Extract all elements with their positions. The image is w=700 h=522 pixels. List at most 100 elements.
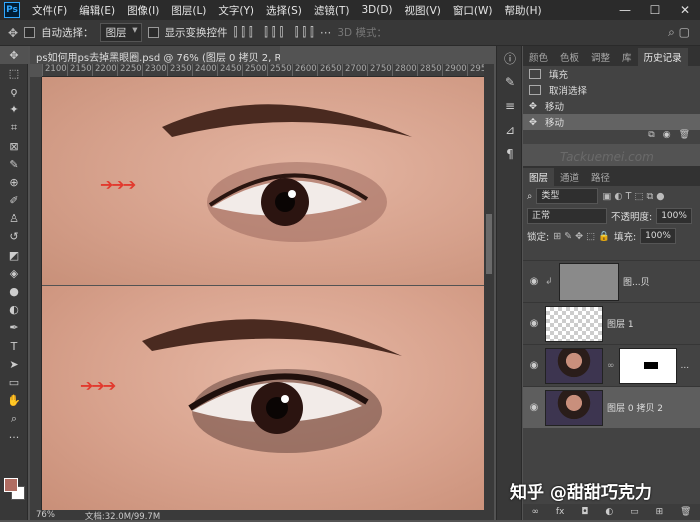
layer-name[interactable]: ...: [681, 361, 690, 371]
trash-icon[interactable]: 🗑: [680, 507, 691, 517]
layer-select-dropdown[interactable]: 图层: [99, 23, 142, 42]
eye-icon[interactable]: ◉: [527, 318, 541, 329]
layer-row[interactable]: ◉ ↲ 图...贝: [523, 260, 700, 302]
layer-name[interactable]: 图...贝: [623, 275, 650, 288]
type-tool-icon[interactable]: T: [0, 337, 28, 355]
adjustment-layer-icon[interactable]: ◐: [605, 507, 613, 517]
layer-row[interactable]: ◉ ∞ ...: [523, 344, 700, 386]
menu-help[interactable]: 帮助(H): [499, 3, 548, 18]
layer-name[interactable]: 图层 0 拷贝 2: [607, 401, 663, 414]
tab-libraries[interactable]: 库: [616, 48, 638, 66]
history-item[interactable]: 取消选择: [523, 82, 700, 98]
menu-3d[interactable]: 3D(D): [355, 4, 398, 16]
opacity-field[interactable]: 100%: [656, 208, 692, 224]
eyedropper-icon[interactable]: ✎: [0, 155, 28, 173]
move-tool-icon[interactable]: ✥: [8, 26, 18, 40]
layer-name[interactable]: 图层 1: [607, 317, 634, 330]
paint-bucket-icon[interactable]: ◈: [0, 264, 28, 282]
menu-window[interactable]: 窗口(W): [447, 3, 499, 18]
brush-settings-icon[interactable]: ✎: [497, 70, 523, 94]
search-icon[interactable]: ⌕ ▢: [668, 25, 690, 40]
magic-wand-icon[interactable]: ✦: [0, 101, 28, 119]
auto-select-checkbox[interactable]: [24, 27, 36, 38]
tab-layers[interactable]: 图层: [523, 168, 555, 186]
align-icons[interactable]: ⫿ ⫿ ⫿ ⫿ ⫿ ⫿ ⫿ ⫿ ⫿: [234, 25, 314, 40]
eye-icon[interactable]: ◉: [527, 402, 541, 413]
fill-field[interactable]: 100%: [640, 228, 676, 244]
ruler-tick: 2100: [42, 64, 67, 76]
lasso-tool-icon[interactable]: ϙ: [0, 82, 28, 100]
shape-tool-icon[interactable]: ▭: [0, 373, 28, 391]
zoom-level[interactable]: 76%: [36, 510, 55, 520]
trash-icon[interactable]: 🗑: [679, 130, 690, 144]
tab-swatches[interactable]: 色板: [554, 48, 585, 66]
history-item-label: 取消选择: [549, 86, 588, 97]
path-select-icon[interactable]: ➤: [0, 355, 28, 373]
pen-tool-icon[interactable]: ✒: [0, 319, 28, 337]
add-mask-icon[interactable]: ◘: [581, 507, 588, 517]
layer-row[interactable]: ◉ 图层 1: [523, 302, 700, 344]
history-item[interactable]: ✥ 移动: [523, 98, 700, 114]
lock-label: 锁定:: [527, 232, 550, 243]
snapshot-icon[interactable]: ◉: [663, 130, 671, 144]
foreground-color-swatch[interactable]: [4, 478, 18, 492]
tools-panel: ✥ ⬚ ϙ ✦ ⌗ ⊠ ✎ ⊕ ✐ ♙ ↺ ◩ ◈ ● ◐ ✒ T ➤ ▭ ✋ …: [0, 46, 28, 520]
zoom-tool-icon[interactable]: ⌕: [0, 410, 28, 428]
marquee-tool-icon[interactable]: ⬚: [0, 64, 28, 82]
canvas-scrollbar[interactable]: [484, 64, 494, 510]
menu-layer[interactable]: 图层(L): [165, 3, 212, 18]
menu-type[interactable]: 文字(Y): [212, 3, 260, 18]
frame-tool-icon[interactable]: ⊠: [0, 137, 28, 155]
brush-tool-icon[interactable]: ✐: [0, 192, 28, 210]
tab-history[interactable]: 历史记录: [637, 48, 688, 66]
adjustments-icon[interactable]: ⊿: [497, 118, 523, 142]
eye-icon[interactable]: ◉: [527, 276, 541, 287]
properties-icon[interactable]: ≡: [497, 94, 523, 118]
show-transform-checkbox[interactable]: [147, 27, 159, 38]
tab-adjustments[interactable]: 调整: [585, 48, 616, 66]
blur-tool-icon[interactable]: ●: [0, 282, 28, 300]
menu-filter[interactable]: 滤镜(T): [308, 3, 356, 18]
layer-mask-thumbnail[interactable]: [618, 347, 677, 384]
dodge-tool-icon[interactable]: ◐: [0, 301, 28, 319]
more-icon[interactable]: ···: [320, 26, 331, 40]
minimize-icon[interactable]: —: [610, 3, 640, 17]
tab-paths[interactable]: 路径: [585, 168, 616, 186]
link-layers-icon[interactable]: ∞: [531, 507, 539, 517]
menu-file[interactable]: 文件(F): [26, 3, 73, 18]
menu-select[interactable]: 选择(S): [260, 3, 308, 18]
stamp-tool-icon[interactable]: ♙: [0, 210, 28, 228]
move-tool-icon[interactable]: ✥: [0, 46, 28, 65]
history-item[interactable]: ✥ 移动: [523, 114, 700, 130]
maximize-icon[interactable]: ☐: [640, 3, 670, 17]
document-canvas[interactable]: ➔➔➔ ➔➔➔: [42, 77, 484, 510]
menu-view[interactable]: 视图(V): [399, 3, 447, 18]
paragraph-icon[interactable]: ¶: [497, 142, 523, 166]
info-icon[interactable]: ⓘ: [497, 46, 523, 70]
blend-mode-dropdown[interactable]: 正常: [527, 208, 607, 224]
lock-icons[interactable]: ⊞ ✎ ✥ ⬚ 🔒: [553, 231, 610, 242]
tab-channels[interactable]: 通道: [554, 168, 585, 186]
kind-filter-dropdown[interactable]: 类型: [536, 188, 599, 204]
document-tab[interactable]: ps如何用ps去掉黑眼圈.psd @ 76% (图层 0 拷贝 2, RGB/8…: [30, 46, 280, 64]
crop-tool-icon[interactable]: ⌗: [0, 119, 28, 137]
layer-row[interactable]: ◉ 图层 0 拷贝 2: [523, 386, 700, 428]
new-layer-icon[interactable]: ⊞: [656, 507, 664, 517]
close-icon[interactable]: ✕: [670, 3, 700, 17]
eye-icon[interactable]: ◉: [527, 360, 541, 371]
history-item[interactable]: 填充: [523, 66, 700, 82]
menu-edit[interactable]: 编辑(E): [73, 3, 121, 18]
ruler-tick: 2900: [442, 64, 467, 76]
fx-icon[interactable]: fx: [556, 507, 565, 517]
history-item-label: 填充: [549, 70, 569, 81]
healing-brush-icon[interactable]: ⊕: [0, 173, 28, 191]
menu-image[interactable]: 图像(I): [121, 3, 165, 18]
filter-icons[interactable]: ▣ ◐ T ⬚ ⧉ ●: [602, 191, 664, 202]
hand-tool-icon[interactable]: ✋: [0, 392, 28, 410]
history-brush-icon[interactable]: ↺: [0, 228, 28, 246]
more-tools-icon[interactable]: ···: [0, 428, 28, 446]
tab-color[interactable]: 颜色: [523, 48, 554, 66]
eraser-tool-icon[interactable]: ◩: [0, 246, 28, 264]
new-document-icon[interactable]: ⧉: [648, 130, 654, 144]
group-icon[interactable]: ▭: [630, 507, 639, 517]
